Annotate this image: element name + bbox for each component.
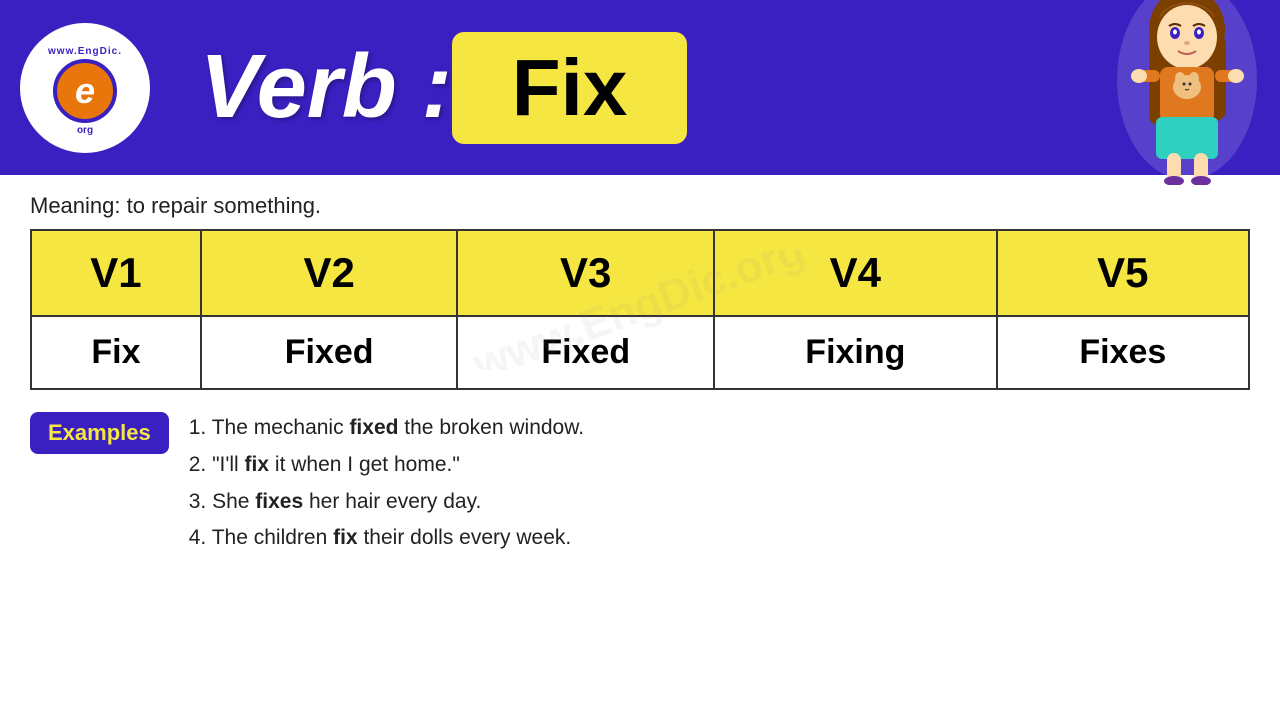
logo-url-bottom: org xyxy=(77,125,93,136)
val-v1: Fix xyxy=(31,316,201,389)
meaning-section: Meaning: to repair something. xyxy=(0,175,1280,229)
verb-label: Verb : xyxy=(200,36,452,139)
val-v2: Fixed xyxy=(201,316,458,389)
example-4: 4. The children fix their dolls every we… xyxy=(189,520,584,557)
header: www.EngDic. e org Verb : Fix xyxy=(0,0,1280,175)
table-wrapper: V1 V2 V3 V4 V5 Fix Fixed Fixed Fixing Fi… xyxy=(0,229,1280,390)
example-2-bold: fix xyxy=(245,453,270,476)
meaning-text: Meaning: to repair something. xyxy=(30,193,321,218)
examples-section: Examples 1. The mechanic fixed the broke… xyxy=(0,390,1280,577)
col-v3: V3 xyxy=(457,230,714,316)
example-1-bold: fixed xyxy=(349,416,398,439)
example-3: 3. She fixes her hair every day. xyxy=(189,484,584,521)
table-values-row: Fix Fixed Fixed Fixing Fixes xyxy=(31,316,1249,389)
character-illustration xyxy=(1110,0,1265,185)
col-v2: V2 xyxy=(201,230,458,316)
col-v4: V4 xyxy=(714,230,997,316)
col-v5: V5 xyxy=(997,230,1249,316)
col-v1: V1 xyxy=(31,230,201,316)
verb-forms-table: V1 V2 V3 V4 V5 Fix Fixed Fixed Fixing Fi… xyxy=(30,229,1250,390)
val-v3: Fixed xyxy=(457,316,714,389)
val-v5: Fixes xyxy=(997,316,1249,389)
word-text: Fix xyxy=(512,42,628,134)
example-2: 2. "I'll fix it when I get home." xyxy=(189,447,584,484)
word-box: Fix xyxy=(452,32,688,144)
examples-badge: Examples xyxy=(30,412,169,454)
logo-e-icon: e xyxy=(53,59,117,123)
example-4-bold: fix xyxy=(333,526,358,549)
example-1: 1. The mechanic fixed the broken window. xyxy=(189,410,584,447)
example-3-bold: fixes xyxy=(255,490,303,513)
logo-url-top: www.EngDic. xyxy=(48,46,122,57)
logo: www.EngDic. e org xyxy=(20,23,150,153)
examples-list: 1. The mechanic fixed the broken window.… xyxy=(189,410,584,557)
val-v4: Fixing xyxy=(714,316,997,389)
table-header-row: V1 V2 V3 V4 V5 xyxy=(31,230,1249,316)
